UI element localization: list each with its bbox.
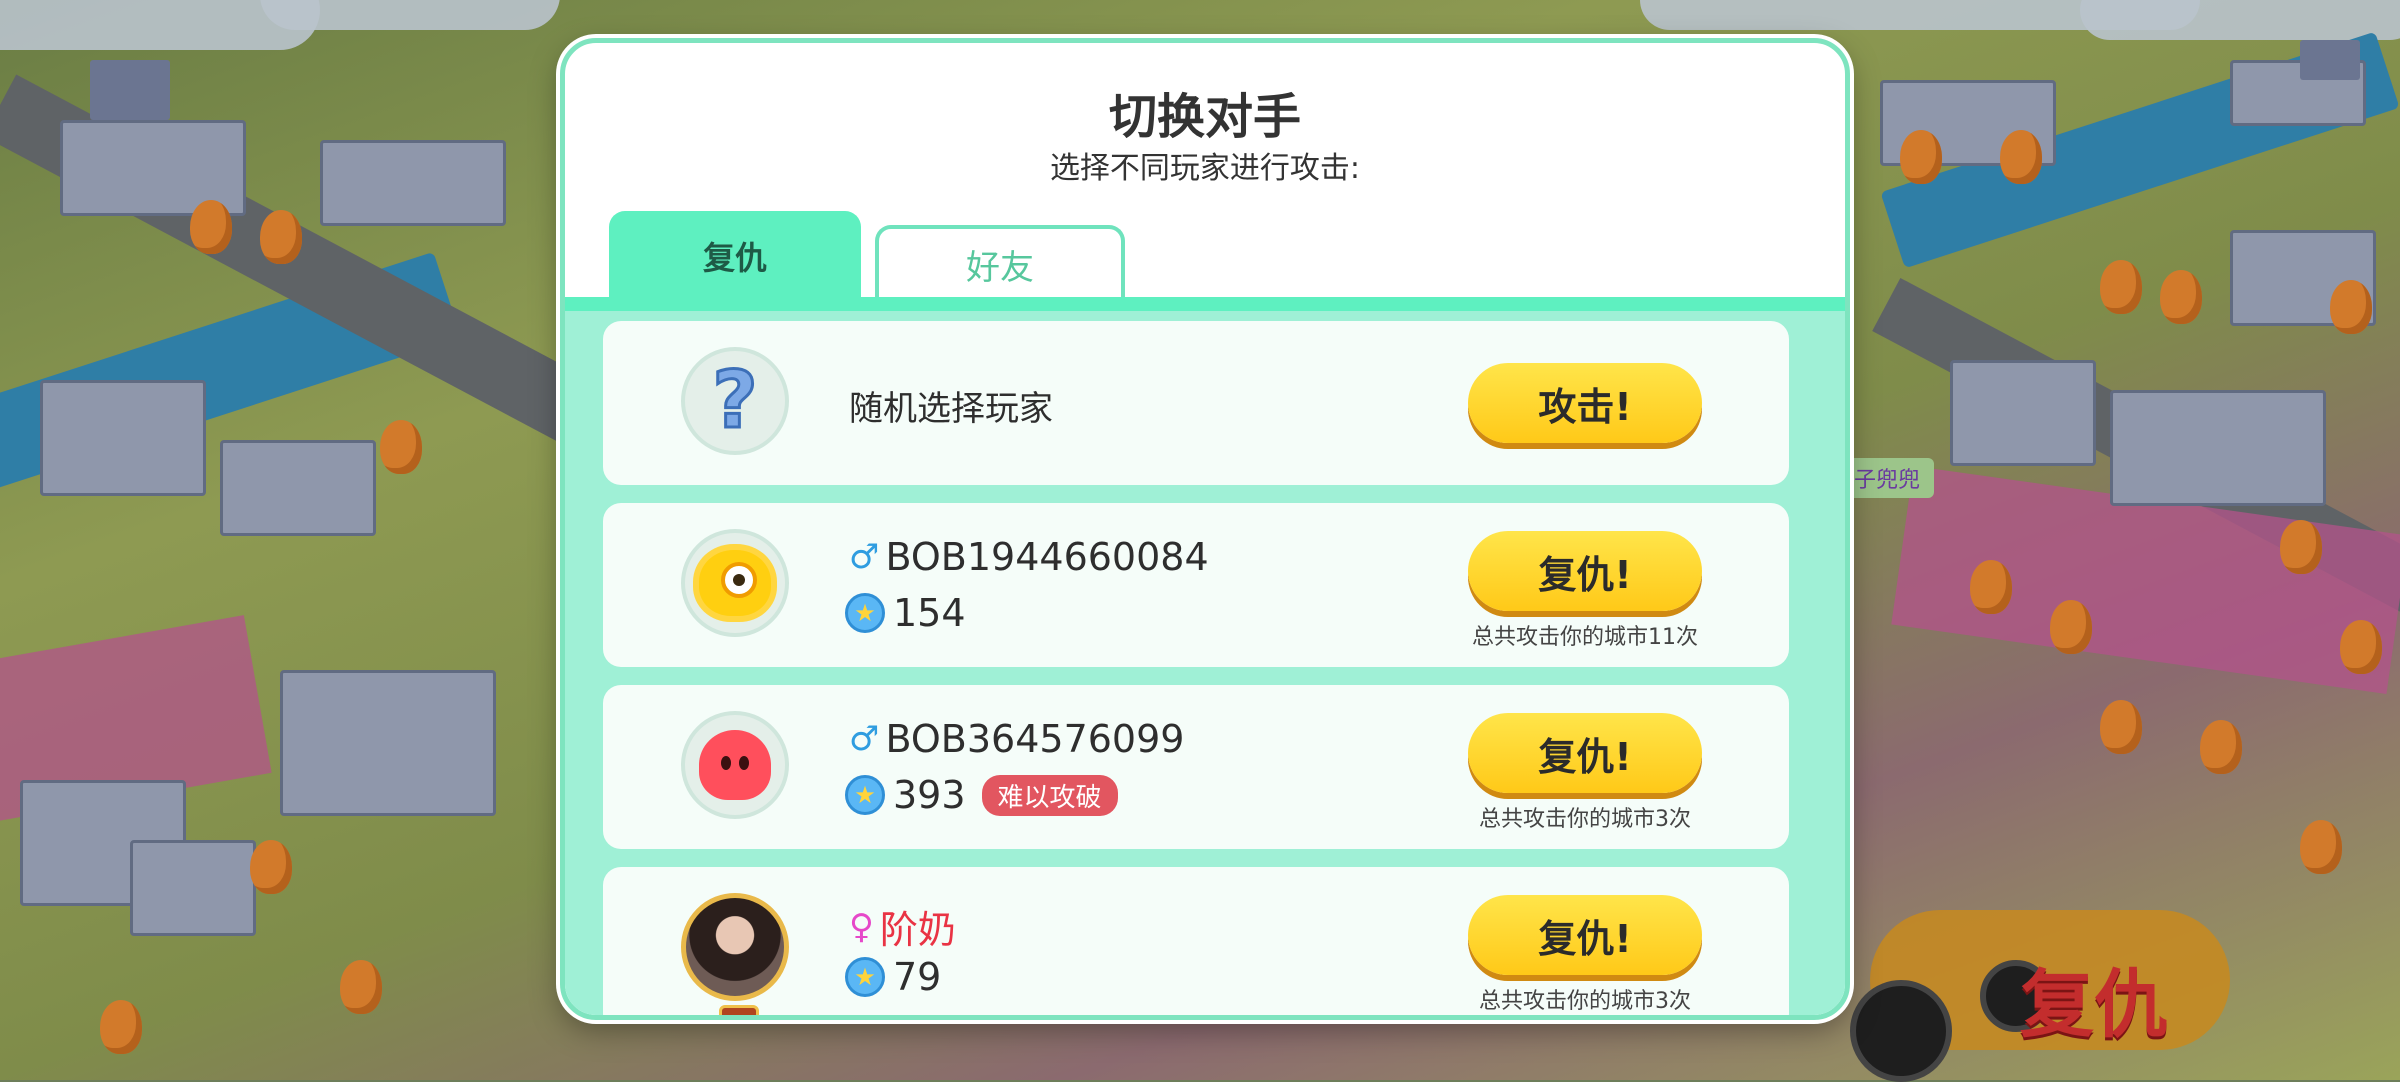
level-badge: 8 [719,1005,759,1015]
revenge-button[interactable]: 复仇! [1468,531,1702,611]
opponent-list[interactable]: ? 随机选择玩家 攻击! ♂ BOB1944660084 ★ 154 复仇! 总… [565,297,1845,1015]
player-score-line: ★ 393 难以攻破 [845,773,1118,817]
revenge-button[interactable]: 复仇! [1468,895,1702,975]
revenge-button[interactable]: 复仇! [1468,713,1702,793]
player-score-line: ★ 154 [845,591,966,635]
player-name: BOB1944660084 [885,535,1209,579]
player-name: BOB364576099 [885,717,1185,761]
random-avatar: ? [681,347,789,455]
male-icon: ♂ [849,719,880,759]
tab-friends[interactable]: 好友 [875,225,1125,299]
red-blob-avatar [681,711,789,819]
attack-count-note: 总共攻击你的城市11次 [1472,625,1698,650]
player-score: 393 [893,773,966,817]
female-icon: ♀ [849,906,874,947]
list-item-player: 8 ♀ 阶奶 ★ 79 复仇! 总共攻击你的城市3次 [603,867,1789,1015]
attack-button[interactable]: 攻击! [1468,363,1702,443]
revenge-shortcut-button[interactable]: 复仇 [1850,870,2230,1082]
hard-to-break-badge: 难以攻破 [981,774,1118,816]
switch-opponent-dialog: 切换对手 选择不同玩家进行攻击: 复仇 好友 ? 随机选择玩家 攻击! ♂ BO… [560,38,1850,1020]
player-score: 154 [893,591,966,635]
attack-count-note: 总共攻击你的城市3次 [1479,989,1691,1014]
random-player-label: 随机选择玩家 [849,389,1053,429]
wheel-icon [1850,980,1952,1082]
trophy-icon: ★ [845,775,885,815]
player-name-line: ♂ BOB1944660084 [849,535,1209,579]
player-name-line: ♂ BOB364576099 [849,717,1184,761]
dialog-title: 切换对手 [1108,89,1301,145]
yellow-monster-avatar [681,529,789,637]
attack-count-note: 总共攻击你的城市3次 [1479,807,1691,832]
list-item-random: ? 随机选择玩家 攻击! [603,321,1789,485]
question-mark-icon: ? [711,355,759,448]
trophy-icon: ★ [845,957,885,997]
player-score-line: ★ 79 [845,955,941,999]
trophy-icon: ★ [845,593,885,633]
player-score: 79 [893,955,942,999]
tab-revenge[interactable]: 复仇 [609,211,861,301]
dialog-subtitle: 选择不同玩家进行攻击: [1049,151,1361,186]
revenge-badge-label: 复仇 [2020,962,2168,1048]
player-name: 阶奶 [879,908,956,952]
male-icon: ♂ [849,537,880,577]
player-name-tag: 子兜兜 [1840,458,1935,498]
list-item-player: ♂ BOB364576099 ★ 393 难以攻破 复仇! 总共攻击你的城市3次 [603,685,1789,849]
player-name-line: ♀ 阶奶 [849,899,956,954]
list-item-player: ♂ BOB1944660084 ★ 154 复仇! 总共攻击你的城市11次 [603,503,1789,667]
photo-avatar [681,893,789,1001]
